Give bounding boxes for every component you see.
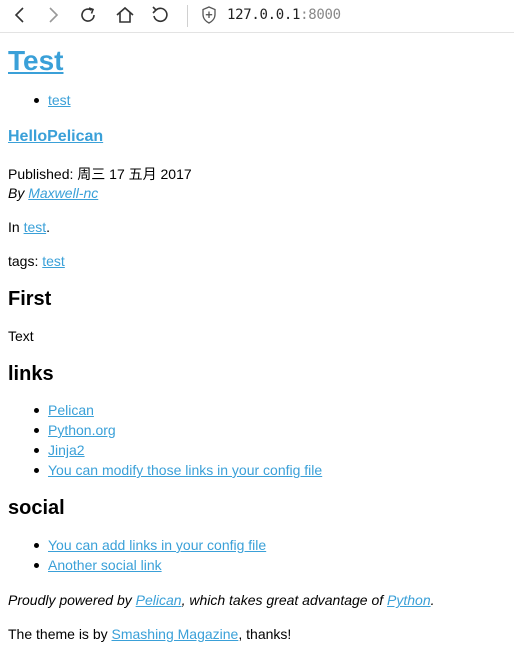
article-title: HelloPelican [8,128,103,146]
list-item: You can modify those links in your confi… [8,461,322,481]
article-title-link[interactable]: HelloPelican [8,128,103,145]
menu-item: test [8,91,71,111]
author-link[interactable]: Maxwell-nc [28,185,98,201]
published-label: Published: [8,166,78,182]
undo-icon[interactable] [149,4,171,26]
content-text: Text [8,328,34,344]
site-title: Test [8,45,64,77]
social-config-link[interactable]: You can add links in your config file [48,537,266,553]
footer-powered: Proudly powered by Pelican, which takes … [8,592,435,608]
footer-powered-prefix: Proudly powered by [8,592,136,608]
author-line: By Maxwell-nc [8,185,98,201]
home-icon[interactable] [114,4,136,26]
list-item: You can add links in your config file [8,536,266,556]
address-port: :8000 [300,7,341,23]
published-date: 周三 17 五月 2017 [77,166,192,182]
list-item: Jinja2 [8,441,322,461]
footer-powered-middle: , which takes great advantage of [181,592,388,608]
links-list: Pelican Python.org Jinja2 You can modify… [8,401,322,481]
published-line: Published: 周三 17 五月 2017 [8,164,192,184]
list-item: Another social link [8,556,266,576]
list-item: Pelican [8,401,322,421]
link-python-org[interactable]: Python.org [48,422,116,438]
tags-line: tags: test [8,253,65,269]
browser-toolbar: 127.0.0.1:8000 [0,0,514,33]
tags-label: tags: [8,253,43,269]
footer-powered-suffix: . [430,592,435,608]
footer-theme: The theme is by Smashing Magazine, thank… [8,626,291,642]
back-icon[interactable] [9,4,31,26]
footer-theme-suffix: , thanks! [238,626,292,642]
links-heading: links [8,363,54,385]
footer-python-link[interactable]: Python [387,592,431,608]
social-heading: social [8,497,65,519]
tag-link[interactable]: test [42,253,65,269]
by-label: By [8,185,29,201]
category-link[interactable]: test [24,219,47,235]
address-host: 127.0.0.1 [227,7,301,23]
menu-list: test [8,91,71,111]
footer-pelican-link[interactable]: Pelican [136,592,182,608]
in-label: In [8,219,24,235]
link-jinja2[interactable]: Jinja2 [48,442,85,458]
content-heading: First [8,288,52,310]
category-line: In test. [8,219,50,235]
link-config[interactable]: You can modify those links in your confi… [48,462,322,478]
reload-icon[interactable] [77,4,99,26]
toolbar-separator [187,5,188,27]
social-list: You can add links in your config file An… [8,536,266,576]
footer-theme-prefix: The theme is by [8,626,112,642]
forward-icon[interactable] [42,4,64,26]
site-title-link[interactable]: Test [8,45,64,76]
link-pelican[interactable]: Pelican [48,402,94,418]
menu-item-link[interactable]: test [48,92,71,108]
period: . [46,219,51,235]
social-link[interactable]: Another social link [48,557,162,573]
shield-icon[interactable] [201,6,217,24]
list-item: Python.org [8,421,322,441]
footer-theme-link[interactable]: Smashing Magazine [112,626,239,642]
address-bar[interactable]: 127.0.0.1:8000 [227,7,341,23]
